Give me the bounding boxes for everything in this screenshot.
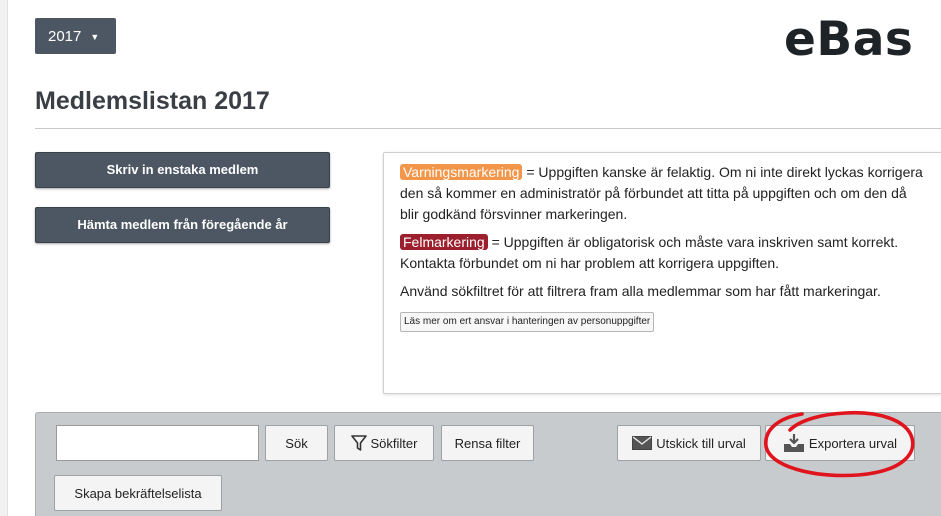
search-button-label: Sök — [285, 435, 308, 451]
envelope-icon — [632, 436, 653, 450]
error-tag: Felmarkering — [400, 234, 488, 250]
member-toolbar: Sök Sökfilter Rensa filter Utskick till … — [35, 412, 941, 516]
year-select[interactable]: 2017 ▼ — [35, 18, 116, 54]
ebas-logo: eBas — [784, 12, 914, 67]
clear-filter-label: Rensa filter — [454, 435, 521, 451]
left-edge-rule — [0, 0, 8, 516]
export-selection-label: Exportera urval — [808, 435, 898, 451]
warning-paragraph: Varningsmarkering = Uppgiften kanske är … — [400, 162, 925, 225]
tray-download-icon — [783, 434, 804, 452]
error-paragraph: Felmarkering = Uppgiften är obligatorisk… — [400, 232, 925, 274]
fetch-previous-year-button[interactable]: Hämta medlem från föregående år — [35, 207, 330, 243]
title-divider — [35, 128, 941, 129]
send-to-selection-label: Utskick till urval — [656, 435, 746, 451]
caret-down-icon: ▼ — [90, 31, 100, 42]
year-select-value: 2017 — [48, 27, 82, 45]
page-title: Medlemslistan 2017 — [35, 87, 270, 115]
marking-info-box: Varningsmarkering = Uppgiften kanske är … — [383, 152, 941, 394]
export-selection-button[interactable]: Exportera urval — [765, 425, 915, 461]
search-button[interactable]: Sök — [265, 425, 328, 461]
search-filter-button[interactable]: Sökfilter — [334, 425, 434, 461]
create-confirmation-list-button[interactable]: Skapa bekräftelselista — [54, 475, 222, 511]
send-to-selection-button[interactable]: Utskick till urval — [617, 425, 761, 461]
funnel-icon — [350, 434, 367, 451]
read-more-button[interactable]: Läs mer om ert ansvar i hanteringen av p… — [400, 312, 655, 332]
create-confirmation-list-label: Skapa bekräftelselista — [74, 485, 202, 501]
filter-hint: Använd sökfiltret för att filtrera fram … — [400, 283, 881, 299]
search-filter-label: Sökfilter — [370, 435, 418, 451]
search-input[interactable] — [56, 425, 259, 461]
add-member-button[interactable]: Skriv in enstaka medlem — [35, 152, 330, 188]
clear-filter-button[interactable]: Rensa filter — [441, 425, 534, 461]
warning-tag: Varningsmarkering — [400, 164, 523, 180]
